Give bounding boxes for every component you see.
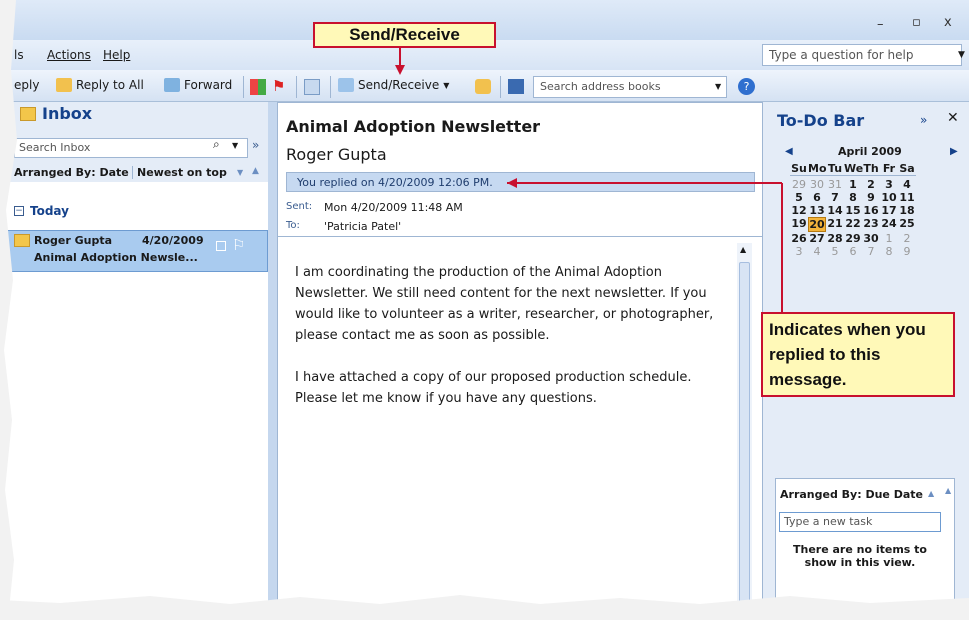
send-receive-callout: Send/Receive <box>313 22 496 48</box>
arrowhead-icon <box>507 178 517 188</box>
arrowhead-icon <box>395 65 405 75</box>
torn-edge-overlay <box>0 0 969 620</box>
bottom-torn-edge <box>0 595 969 620</box>
left-torn-edge <box>0 0 17 620</box>
replied-callout: Indicates when you replied to this messa… <box>761 312 955 397</box>
